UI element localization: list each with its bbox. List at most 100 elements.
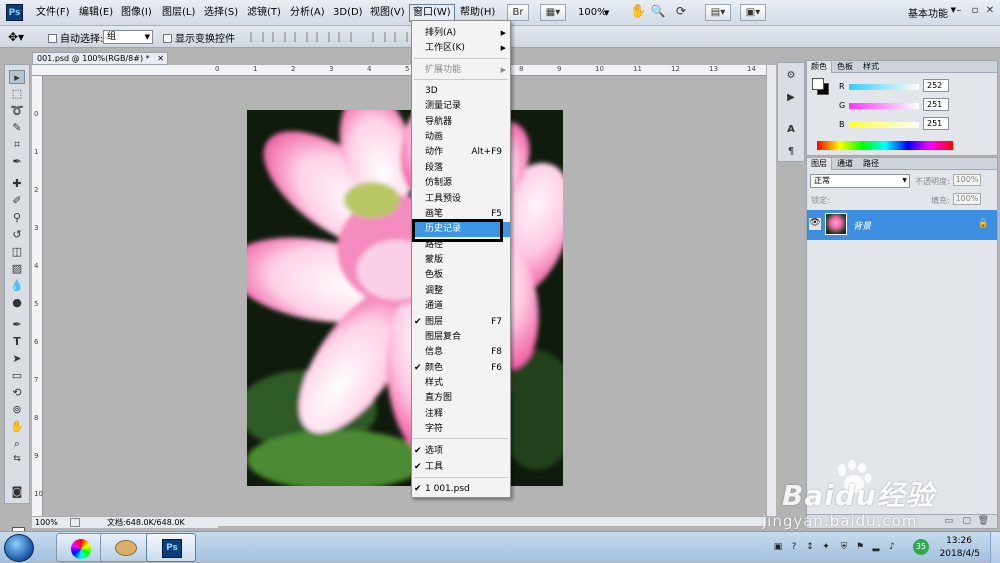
layer-row-background[interactable]: 👁 背景 🔒: [807, 210, 997, 240]
zoom-tool-icon[interactable]: ⌕: [9, 437, 25, 451]
eyedropper-tool-icon[interactable]: ✒: [9, 155, 25, 169]
tray-badge-icon[interactable]: 35: [913, 539, 929, 555]
fill-value[interactable]: 100%: [953, 193, 981, 205]
tab-swatches[interactable]: 色板: [833, 61, 857, 73]
bridge-icon[interactable]: Br: [507, 4, 529, 21]
menu-item[interactable]: 工具预设: [412, 192, 510, 207]
clock-date[interactable]: 2018/4/5: [940, 549, 980, 559]
menu-item[interactable]: 测量记录: [412, 99, 510, 114]
r-value[interactable]: 252: [923, 79, 949, 92]
opacity-value[interactable]: 100%: [953, 174, 981, 186]
menu-help[interactable]: 帮助(H): [460, 5, 495, 21]
workspace-switcher[interactable]: 基本功能: [908, 5, 948, 20]
hand-tool-icon[interactable]: ✋: [630, 4, 646, 21]
tray-flag-icon[interactable]: ⚑: [854, 541, 866, 553]
align-bottom-icon[interactable]: [294, 32, 308, 42]
menu-item[interactable]: 排列(A) ▶: [412, 26, 510, 41]
screen-mode-icon[interactable]: ▣▾: [740, 4, 766, 21]
hand-tool-icon[interactable]: ✋: [9, 420, 25, 434]
blend-mode-dropdown[interactable]: 正常: [810, 174, 910, 188]
horizontal-scrollbar[interactable]: [218, 516, 766, 526]
move-tool-icon[interactable]: ▸: [9, 70, 25, 84]
path-select-tool-icon[interactable]: ➤: [9, 352, 25, 366]
menu-analysis[interactable]: 分析(A): [290, 5, 325, 21]
menu-item[interactable]: ✔ 颜色 F6: [412, 361, 510, 376]
tab-channels[interactable]: 通道: [833, 158, 857, 170]
quick-mask-icon[interactable]: ◙: [9, 485, 25, 499]
zoom-tool-icon[interactable]: 🔍: [650, 4, 666, 21]
view-extras-icon[interactable]: ▦▾: [540, 4, 566, 21]
fg-swatch[interactable]: [812, 78, 824, 90]
menu-item[interactable]: 色板: [412, 268, 510, 283]
healing-brush-tool-icon[interactable]: ✚: [9, 177, 25, 191]
brush-tool-icon[interactable]: ✐: [9, 194, 25, 208]
move-tool-icon[interactable]: ✥▾: [8, 30, 24, 44]
menu-item[interactable]: 注释: [412, 407, 510, 422]
start-button[interactable]: [4, 534, 34, 562]
color-spectrum[interactable]: [817, 141, 953, 150]
menu-3d[interactable]: 3D(D): [333, 5, 363, 21]
blur-tool-icon[interactable]: 💧: [9, 279, 25, 293]
menu-item[interactable]: 工作区(K) ▶: [412, 41, 510, 56]
tray-volume-icon[interactable]: ♪: [886, 541, 898, 553]
history-brush-tool-icon[interactable]: ↺: [9, 228, 25, 242]
tray-app-icon[interactable]: ✦: [820, 541, 832, 553]
quick-select-tool-icon[interactable]: ✎: [9, 121, 25, 135]
show-transform-checkbox[interactable]: 显示变换控件: [163, 30, 235, 45]
show-desktop-button[interactable]: [990, 532, 1000, 563]
tray-arrow-icon[interactable]: ↕: [804, 541, 816, 553]
menu-item[interactable]: 3D: [412, 84, 510, 99]
menu-item[interactable]: 调整: [412, 284, 510, 299]
menu-item[interactable]: 样式: [412, 376, 510, 391]
3d-orbit-tool-icon[interactable]: ⊚: [9, 403, 25, 417]
menu-view[interactable]: 视图(V): [370, 5, 405, 21]
eraser-tool-icon[interactable]: ◫: [9, 245, 25, 259]
menu-layer[interactable]: 图层(L): [162, 5, 195, 21]
zoom-dropdown-icon[interactable]: ▼: [604, 5, 609, 21]
tray-network-icon[interactable]: ▣: [772, 541, 784, 553]
menu-item[interactable]: ✔ 图层 F7: [412, 315, 510, 330]
r-slider[interactable]: [849, 84, 919, 90]
minimize-icon[interactable]: –: [952, 4, 966, 18]
visibility-eye-icon[interactable]: 👁: [809, 218, 821, 230]
taskbar-app-colorpicker[interactable]: [56, 533, 106, 562]
swap-colors-icon[interactable]: ⇆: [9, 452, 25, 466]
b-value[interactable]: 251: [923, 117, 949, 130]
pen-tool-icon[interactable]: ✒: [9, 318, 25, 332]
menu-edit[interactable]: 编辑(E): [79, 5, 113, 21]
document-tab[interactable]: 001.psd @ 100%(RGB/8#) * ✕: [32, 52, 168, 65]
arrange-documents-icon[interactable]: ▤▾: [705, 4, 731, 21]
tab-paths[interactable]: 路径: [859, 158, 883, 170]
menu-item[interactable]: 导航器: [412, 115, 510, 130]
menu-item[interactable]: 动作 Alt+F9: [412, 145, 510, 160]
menu-file[interactable]: 文件(F): [36, 5, 70, 21]
tray-signal-icon[interactable]: ▂: [870, 541, 882, 553]
status-info-icon[interactable]: [70, 518, 80, 527]
character-panel-icon[interactable]: A: [783, 123, 799, 137]
status-zoom[interactable]: 100%: [35, 517, 58, 528]
3d-panel-icon[interactable]: ⚙: [783, 69, 799, 83]
menu-item[interactable]: ✔ 选项: [412, 444, 510, 459]
distribute-top-icon[interactable]: [372, 32, 386, 42]
align-top-icon[interactable]: [250, 32, 264, 42]
crop-tool-icon[interactable]: ⌗: [9, 138, 25, 152]
marquee-tool-icon[interactable]: ⬚: [9, 87, 25, 101]
distribute-vcenter-icon[interactable]: [394, 32, 408, 42]
dodge-tool-icon[interactable]: ●: [9, 296, 25, 310]
taskbar-app-photoshop[interactable]: Ps: [146, 533, 196, 562]
align-vcenter-icon[interactable]: [272, 32, 286, 42]
g-value[interactable]: 251: [923, 98, 949, 111]
menu-filter[interactable]: 滤镜(T): [247, 5, 281, 21]
animation-panel-icon[interactable]: ▶: [783, 91, 799, 105]
auto-select-checkbox[interactable]: 自动选择:: [48, 30, 103, 45]
shape-tool-icon[interactable]: ▭: [9, 369, 25, 383]
b-slider[interactable]: [849, 122, 919, 128]
menu-item[interactable]: 字符: [412, 422, 510, 437]
document-tab-close-icon[interactable]: ✕: [157, 53, 164, 64]
tray-security-icon[interactable]: ⛨: [838, 541, 850, 553]
menu-select[interactable]: 选择(S): [204, 5, 238, 21]
paragraph-panel-icon[interactable]: ¶: [783, 145, 799, 159]
maximize-icon[interactable]: ▫: [968, 4, 982, 18]
clock-time[interactable]: 13:26: [946, 536, 972, 546]
menu-item[interactable]: ✔ 工具: [412, 460, 510, 475]
